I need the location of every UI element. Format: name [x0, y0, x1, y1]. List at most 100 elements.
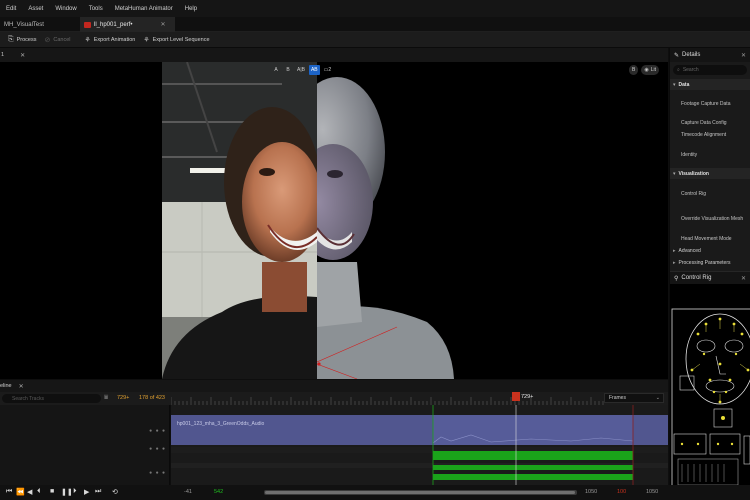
view-mode-toolbar: A B A|B AB ▭ 2 [271, 65, 333, 75]
viewport-tab-header: 1 ✕ [0, 48, 668, 62]
playback-start-frame: 542 [214, 489, 224, 495]
section-visualization[interactable]: ▾ Visualization [670, 168, 750, 179]
chevron-down-icon: ▾ [673, 81, 676, 88]
chevron-down-icon: ▾ [673, 170, 676, 177]
viewport[interactable]: A B A|B AB ▭ 2 B ◉ Lit [0, 62, 668, 379]
cancel-button[interactable]: ⊘ Cancel [44, 36, 70, 44]
export-level-sequence-label: Export Level Sequence [152, 36, 210, 43]
details-icon: ✎ [674, 52, 680, 59]
tab-hp001-perf[interactable]: ll_hp001_perf• ✕ [80, 17, 175, 32]
lit-icon: ◉ [644, 67, 649, 73]
section-processing-label: Processing Parameters [678, 260, 731, 266]
menu-help[interactable]: Help [179, 6, 203, 12]
filter-icon[interactable]: ⩸ [104, 394, 108, 402]
timeline-tracks[interactable] [171, 405, 668, 485]
face-control-board[interactable] [670, 284, 750, 500]
timeline-area[interactable]: hp001_123_mha_3_GreenOdds_Audio [171, 405, 668, 485]
current-frame-readout: 729+ [117, 395, 130, 401]
display-mode-dropdown[interactable]: Frames ⌄ [604, 393, 664, 403]
control-rig-header: ⚲ Control Rig ✕ [670, 271, 750, 284]
process-button[interactable]: ⎘ Process [8, 36, 36, 44]
process-label: Process [16, 36, 37, 43]
close-viewport-icon[interactable]: ✕ [20, 52, 25, 59]
green-key-track-1 [433, 451, 633, 460]
track-options-icon[interactable]: ● ● ● [149, 470, 166, 476]
track-search-placeholder: Search Tracks [12, 395, 44, 402]
track-options-icon[interactable]: ● ● ● [149, 446, 166, 452]
play-reverse-icon[interactable]: ◀ [27, 488, 32, 496]
frame-ruler[interactable] [171, 392, 604, 405]
menu-bar: Edit Asset Window Tools MetaHuman Animat… [0, 0, 750, 17]
menu-asset[interactable]: Asset [22, 6, 49, 12]
section-processing-parameters[interactable]: ▸ Processing Parameters [670, 258, 750, 268]
lit-mode-pill[interactable]: ◉ Lit [641, 65, 659, 75]
export-animation-button[interactable]: ⚘ Export Animation [84, 36, 135, 44]
track-row[interactable]: ● ● ● [0, 443, 170, 455]
export-animation-label: Export Animation [93, 36, 136, 43]
track-row[interactable]: ● ● ● [0, 467, 170, 479]
menu-window[interactable]: Window [49, 6, 82, 12]
close-details-icon[interactable]: ✕ [741, 52, 746, 59]
search-icon: ⌕ [677, 67, 680, 73]
tab-mh-visualtest[interactable]: MH_VisualTest [0, 17, 80, 32]
view-a-button[interactable]: A [271, 65, 281, 75]
menu-edit[interactable]: Edit [0, 6, 22, 12]
toolbar: ⎘ Process ⊘ Cancel ⚘ Export Animation ⚘ … [0, 32, 750, 48]
section-data[interactable]: ▾ Data [670, 79, 750, 90]
control-rig-title: Control Rig [681, 275, 712, 281]
viewpoint-b-pill[interactable]: B [629, 65, 639, 75]
document-tab-bar: MH_VisualTest ll_hp001_perf• ✕ [0, 17, 750, 32]
jump-to-start-icon[interactable]: ⏮ [6, 488, 12, 496]
control-rig-panel: ⚲ Control Rig ✕ [669, 271, 750, 500]
loop-icon[interactable]: ⟲ [112, 488, 118, 496]
audio-track-label: hp001_123_mha_3_GreenOdds_Audio [177, 421, 265, 427]
cancel-label: Cancel [53, 36, 71, 43]
view-range-start: -41 [184, 489, 192, 495]
menu-metahuman-animator[interactable]: MetaHuman Animator [109, 6, 179, 12]
export-level-sequence-button[interactable]: ⚘ Export Level Sequence [143, 36, 209, 44]
close-tab-icon[interactable]: ✕ [160, 21, 165, 28]
chevron-right-icon: ▸ [673, 248, 676, 254]
view-ab-button[interactable]: AB [308, 65, 320, 75]
step-back-icon[interactable]: ⏪ [16, 488, 25, 496]
prop-timecode-alignment: Timecode Alignment [681, 132, 727, 138]
play-icon[interactable]: ▶ [84, 488, 89, 496]
section-visualization-label: Visualization [678, 170, 709, 177]
track-search-input[interactable]: Search Tracks [2, 394, 101, 403]
performance-asset-icon [84, 21, 91, 28]
tab-label: ll_hp001_perf• [94, 21, 133, 28]
search-placeholder: Search [682, 67, 699, 73]
tab-label: MH_VisualTest [4, 21, 44, 28]
scrollbar-thumb[interactable] [265, 491, 575, 494]
menu-tools[interactable]: Tools [83, 6, 109, 12]
view-wipe-button[interactable]: A|B [295, 65, 307, 75]
section-advanced[interactable]: ▸ Advanced [670, 246, 750, 256]
process-icon: ⎘ [8, 35, 14, 43]
prev-frame-icon[interactable]: ⏴ [37, 488, 41, 496]
prop-control-rig: Control Rig [681, 191, 707, 197]
control-rig-icon: ⚲ [674, 275, 679, 282]
next-frame-icon[interactable]: ⏵ [73, 488, 77, 496]
timeline-scrollbar[interactable] [264, 490, 577, 495]
details-search-input[interactable]: ⌕ Search [673, 65, 747, 75]
track-row[interactable]: ● ● ● [0, 425, 170, 437]
sequencer-toolbar: Search Tracks ⩸ 729+ 178 of 423 729+ Fra… [0, 392, 668, 405]
close-control-rig-icon[interactable]: ✕ [741, 275, 746, 282]
track-options-icon[interactable]: ● ● ● [149, 428, 166, 434]
jump-to-end-icon[interactable]: ⏭ [95, 488, 101, 496]
chevron-down-icon: ⌄ [655, 395, 660, 401]
prop-override-visualization-mesh: Override Visualization Mesh [681, 216, 744, 222]
footage-view [162, 62, 317, 379]
view-b-button[interactable]: B [283, 65, 293, 75]
right-range-label: 1050 [585, 489, 598, 495]
prop-head-movement-mode: Head Movement Mode [681, 236, 732, 242]
sequencer-tab-header: eline ✕ [0, 380, 668, 392]
prop-footage-capture-data: Footage Capture Data [681, 101, 731, 107]
close-sequencer-icon[interactable]: ✕ [19, 383, 24, 390]
track-list: ● ● ● ● ● ● ● ● ● [0, 405, 170, 485]
sequencer-tab-label: eline [0, 383, 12, 389]
frame-step-button[interactable]: ▭ 2 [322, 65, 334, 75]
export-sequence-icon: ⚘ [143, 36, 150, 44]
stop-icon[interactable]: ■ [50, 488, 54, 495]
pause-icon[interactable]: ❚❚ [61, 488, 73, 496]
